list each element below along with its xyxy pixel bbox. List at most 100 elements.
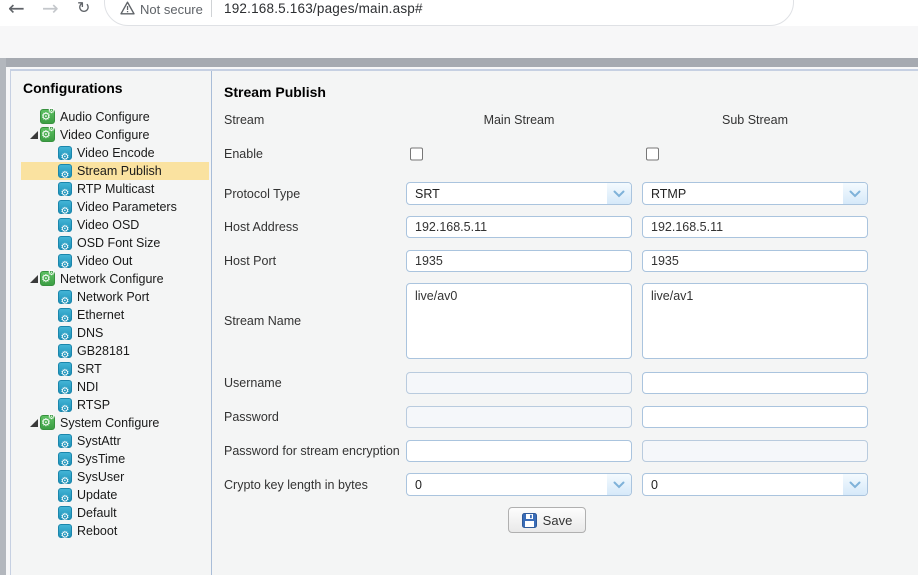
url-text[interactable]: 192.168.5.163/pages/main.asp# (224, 1, 423, 16)
config-panel: Configurations ⚙ ⚙ Audio Configure ⚙ ⚙ Vid… (10, 69, 918, 575)
sidebar-item-rtp-multicast[interactable]: ⚙ RTP Multicast (11, 180, 211, 199)
tree-item-label: Network Configure (60, 272, 164, 286)
sidebar-item-stream-publish[interactable]: ⚙ Stream Publish (11, 162, 211, 181)
page-title: Stream Publish (224, 84, 326, 100)
sidebar-item-gb28181[interactable]: ⚙ GB28181 (11, 342, 211, 361)
username-sub-input[interactable] (642, 372, 868, 394)
username-main-input (406, 372, 632, 394)
back-icon[interactable]: ← (8, 0, 25, 20)
gear-icon: ⚙ (58, 452, 72, 469)
gear-icon: ⚙ (58, 200, 72, 217)
username-row: Username (211, 372, 918, 394)
save-button-label: Save (542, 512, 573, 528)
gear-icon: ⚙ (58, 164, 72, 181)
gear-icon: ⚙ (58, 488, 72, 505)
sidebar-item-video-osd[interactable]: ⚙ Video OSD (11, 216, 211, 235)
stream-column-label: Stream (224, 113, 265, 127)
sidebar-item-video-out[interactable]: ⚙ Video Out (11, 252, 211, 271)
sidebar-item-ethernet[interactable]: ⚙ Ethernet (11, 306, 211, 325)
forward-icon: → (42, 0, 59, 20)
sidebar-item-default[interactable]: ⚙ Default (11, 504, 211, 523)
password-label: Password (224, 410, 279, 424)
tree-item-label: Network Port (77, 290, 150, 304)
sidebar-item-update[interactable]: ⚙ Update (11, 486, 211, 505)
password-encryption-row: Password for stream encryption (211, 440, 918, 462)
protocol-type-main-select[interactable]: SRT (406, 182, 632, 205)
tree-item-label: Default (77, 506, 117, 520)
select-value: 0 (415, 477, 422, 492)
sub-stream-header: Sub Stream (721, 113, 788, 127)
expand-arrow-icon[interactable] (30, 275, 38, 283)
sidebar-item-sysuser[interactable]: ⚙ SysUser (11, 468, 211, 487)
sidebar-item-network-port[interactable]: ⚙ Network Port (11, 288, 211, 307)
tree-item-label: Update (77, 488, 118, 502)
address-bar[interactable] (104, 0, 794, 26)
config-tree: ⚙ ⚙ Audio Configure ⚙ ⚙ Video Configure ⚙ … (11, 106, 211, 541)
omnibox-separator (211, 0, 212, 17)
column-header-row: Stream Main Stream Sub Stream (211, 111, 918, 129)
group-gears-icon: ⚙ ⚙ (40, 124, 55, 142)
tree-item-label: Video Parameters (77, 200, 177, 214)
tree-item-label: Reboot (77, 524, 118, 538)
host-address-sub-input[interactable] (642, 216, 868, 238)
protocol-type-sub-select[interactable]: RTMP (642, 182, 868, 205)
save-button[interactable]: Save (508, 507, 586, 533)
sidebar-item-video-encode[interactable]: ⚙ Video Encode (11, 144, 211, 163)
host-port-main-input[interactable] (406, 250, 632, 272)
stream-name-sub-textarea[interactable]: live/av1 (642, 283, 868, 359)
tree-item-label: GB28181 (77, 344, 130, 358)
stream-name-main-textarea[interactable]: live/av0 (406, 283, 632, 359)
password-sub-input[interactable] (642, 406, 868, 428)
tree-item-label: DNS (77, 326, 104, 340)
sidebar-item-systime[interactable]: ⚙ SysTime (11, 450, 211, 469)
sidebar-title: Configurations (23, 80, 123, 96)
protocol-type-label: Protocol Type (224, 186, 301, 201)
tree-item-label: Ethernet (77, 308, 125, 322)
gear-icon: ⚙ (58, 182, 72, 199)
sidebar-item-network-configure[interactable]: ⚙ ⚙ Network Configure (11, 269, 211, 288)
password-encryption-main-input[interactable] (406, 440, 632, 462)
chevron-down-icon (607, 474, 631, 495)
sidebar-item-reboot[interactable]: ⚙ Reboot (11, 522, 211, 541)
not-secure-warning-icon (120, 1, 135, 20)
sidebar-item-dns[interactable]: ⚙ DNS (11, 324, 211, 343)
crypto-key-length-label: Crypto key length in bytes (224, 477, 368, 492)
sidebar-item-rtsp[interactable]: ⚙ RTSP (11, 396, 211, 415)
select-value: 0 (651, 477, 658, 492)
crypto-key-length-main-select[interactable]: 0 (406, 473, 632, 496)
sidebar-item-video-configure[interactable]: ⚙ ⚙ Video Configure (11, 124, 211, 144)
tree-item-label: SystAttr (77, 434, 121, 448)
gear-icon: ⚙ (58, 380, 72, 397)
host-port-sub-input[interactable] (642, 250, 868, 272)
left-edge-strip (0, 58, 6, 575)
gear-icon: ⚙ (58, 434, 72, 451)
stream-name-label: Stream Name (224, 314, 302, 328)
sidebar-item-audio-configure[interactable]: ⚙ ⚙ Audio Configure (11, 106, 211, 126)
enable-main-checkbox[interactable] (410, 147, 423, 161)
main-content: Stream Publish Stream Main Stream Sub St… (211, 71, 918, 575)
gear-icon: ⚙ (58, 290, 72, 307)
sidebar-item-srt[interactable]: ⚙ SRT (11, 360, 211, 379)
tree-item-label: Stream Publish (77, 164, 162, 178)
tree-item-label: RTSP (77, 398, 111, 412)
sidebar-item-system-configure[interactable]: ⚙ ⚙ System Configure (11, 413, 211, 432)
tree-item-label: Video OSD (77, 218, 140, 232)
group-gears-icon: ⚙ ⚙ (40, 106, 55, 124)
crypto-key-length-sub-select[interactable]: 0 (642, 473, 868, 496)
sidebar-item-osd-font-size[interactable]: ⚙ OSD Font Size (11, 234, 211, 253)
tree-item-label: Video Configure (60, 128, 150, 142)
sidebar-item-systattr[interactable]: ⚙ SystAttr (11, 432, 211, 451)
sidebar-item-video-parameters[interactable]: ⚙ Video Parameters (11, 198, 211, 217)
expand-arrow-icon[interactable] (30, 131, 38, 139)
enable-sub-checkbox[interactable] (646, 147, 659, 161)
expand-arrow-icon[interactable] (30, 419, 38, 427)
tree-item-label: SysUser (77, 470, 125, 484)
gear-icon: ⚙ (58, 236, 72, 253)
password-encryption-sub-input (642, 440, 868, 462)
host-port-label: Host Port (224, 254, 277, 268)
host-address-main-input[interactable] (406, 216, 632, 238)
sidebar-item-ndi[interactable]: ⚙ NDI (11, 378, 211, 397)
gear-icon: ⚙ (58, 218, 72, 235)
refresh-icon[interactable]: ↻ (77, 0, 90, 17)
tree-item-label: RTP Multicast (77, 182, 155, 196)
